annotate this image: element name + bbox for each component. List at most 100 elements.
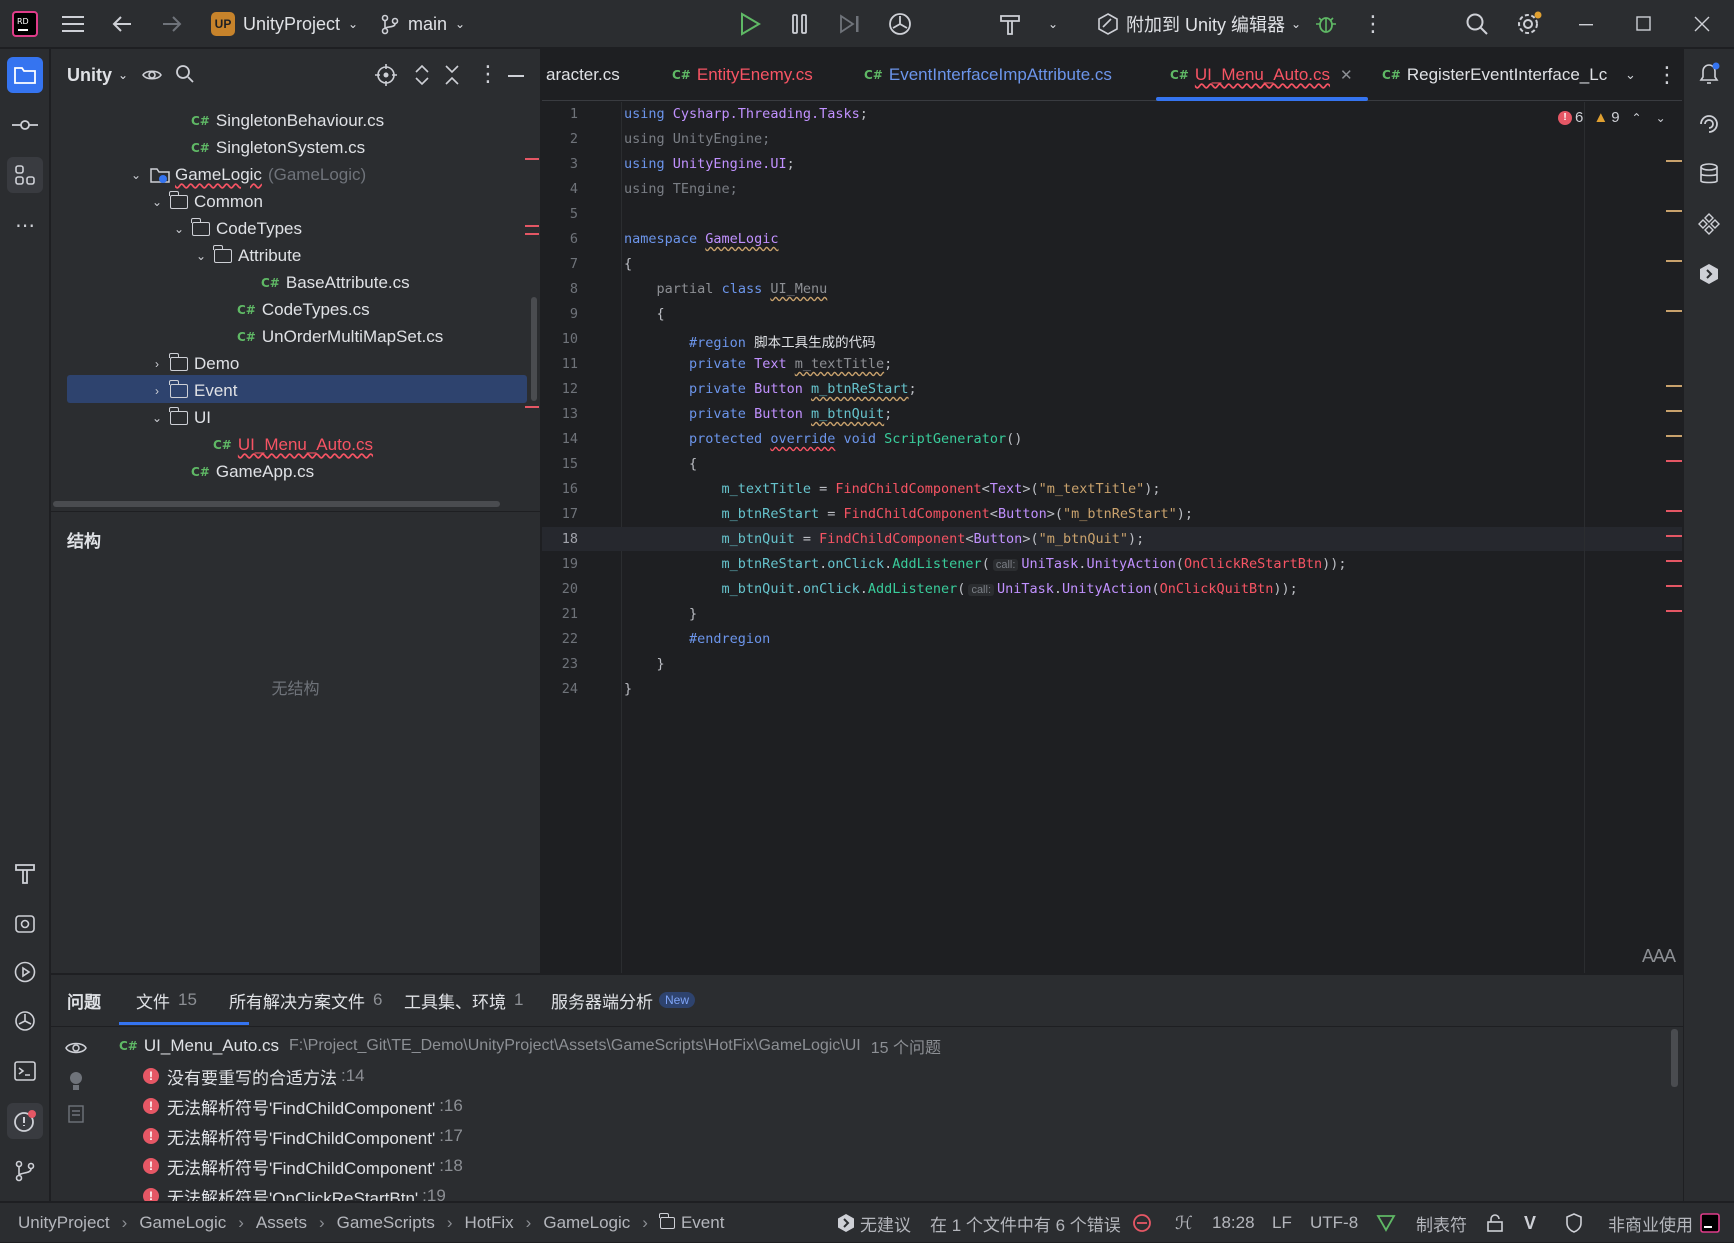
problems-scrollbar[interactable]: [1671, 1029, 1678, 1087]
tree-file-singletonsystem[interactable]: C# SingletonSystem.cs: [191, 133, 365, 163]
breadcrumb-item[interactable]: Event: [681, 1213, 724, 1233]
no-suggestions-widget[interactable]: 无建议: [836, 1203, 911, 1243]
database-icon[interactable]: [1698, 162, 1720, 186]
build-hammer-icon[interactable]: [998, 0, 1024, 48]
line-number[interactable]: 22: [542, 631, 578, 647]
problem-item[interactable]: ! 无法解析符号'FindChildComponent' :16: [143, 1091, 463, 1121]
line-separator[interactable]: LF: [1272, 1203, 1292, 1243]
problem-item[interactable]: ! 无法解析符号'OnClickReStartBtn' :19: [143, 1181, 446, 1201]
line-number[interactable]: 4: [542, 181, 578, 197]
code-analysis-icon[interactable]: ℋ: [1175, 1203, 1193, 1243]
tab-server-analysis[interactable]: 服务器端分析 New: [551, 975, 696, 1025]
tab-eventinterfaceimpattribute[interactable]: C# EventInterfaceImpAttribute.cs: [864, 49, 1112, 101]
options-icon[interactable]: ⋮: [477, 61, 499, 87]
line-number[interactable]: 21: [542, 606, 578, 622]
problem-file-row[interactable]: C# UI_Menu_Auto.cs F:\Project_Git\TE_Dem…: [119, 1031, 941, 1061]
project-selector[interactable]: UP UnityProject ⌄: [211, 0, 358, 48]
next-highlight-icon[interactable]: ⌄: [1656, 111, 1666, 125]
vim-icon[interactable]: V: [1524, 1203, 1536, 1243]
tree-file-singletonbehaviour[interactable]: C# SingletonBehaviour.cs: [191, 106, 384, 136]
ai-assistant-icon[interactable]: [1697, 112, 1721, 136]
caret-position[interactable]: 18:28: [1212, 1203, 1255, 1243]
problems-icon[interactable]: [7, 1103, 43, 1139]
forward-arrow-icon[interactable]: [161, 0, 183, 48]
tree-file-ui-menu-auto[interactable]: C# UI_Menu_Auto.cs: [213, 430, 373, 460]
close-icon[interactable]: [1694, 0, 1710, 48]
step-icon[interactable]: [838, 0, 862, 48]
line-number[interactable]: 7: [542, 256, 578, 272]
tree-file-baseattribute[interactable]: C# BaseAttribute.cs: [261, 268, 410, 298]
minimize-icon[interactable]: [1579, 0, 1595, 48]
tree-folder-ui[interactable]: ⌄ UI: [148, 403, 211, 433]
tabs-dropdown-icon[interactable]: ⌄: [1625, 49, 1636, 101]
tab-entityenemy[interactable]: C# EntityEnemy.cs: [672, 49, 813, 101]
project-view-selector[interactable]: Unity ⌄: [67, 49, 128, 101]
license-label[interactable]: 非商业使用: [1608, 1203, 1693, 1243]
line-number[interactable]: 3: [542, 156, 578, 172]
attach-unity-button[interactable]: 附加到 Unity 编辑器 ⌄: [1096, 0, 1301, 48]
line-number[interactable]: 10: [542, 331, 578, 347]
reader-mode-icon[interactable]: AAA: [1642, 946, 1676, 967]
tree-file-codetypes[interactable]: C# CodeTypes.cs: [237, 295, 370, 325]
tab-toolset-environment[interactable]: 工具集、环境 1: [404, 975, 523, 1025]
search-icon[interactable]: [175, 64, 195, 84]
debug-bug-icon[interactable]: [1314, 0, 1338, 48]
branch-selector[interactable]: main ⌄: [380, 0, 465, 48]
run-services-icon[interactable]: [7, 954, 43, 990]
tree-vertical-scrollbar[interactable]: [531, 297, 537, 401]
locate-target-icon[interactable]: [375, 64, 397, 86]
tree-file-unordermultimapset[interactable]: C# UnOrderMultiMapSet.cs: [237, 322, 443, 352]
chevron-down-icon[interactable]: ⌄: [148, 195, 166, 209]
line-number[interactable]: 6: [542, 231, 578, 247]
chevron-down-icon[interactable]: ⌄: [127, 168, 145, 182]
unity-icon[interactable]: [887, 0, 913, 48]
line-number[interactable]: 18: [542, 531, 578, 547]
breadcrumb-item[interactable]: GameLogic: [139, 1213, 226, 1233]
tree-folder-codetypes[interactable]: ⌄ CodeTypes: [170, 214, 302, 244]
tree-folder-event[interactable]: › Event: [148, 376, 237, 406]
more-options-icon[interactable]: ⋮: [1362, 0, 1384, 48]
hide-panel-icon[interactable]: [508, 75, 524, 77]
back-arrow-icon[interactable]: [111, 0, 133, 48]
line-number[interactable]: 12: [542, 381, 578, 397]
inspection-widget[interactable]: ! 6 ▲ 9 ⌃ ⌄: [1558, 109, 1666, 126]
line-number[interactable]: 5: [542, 206, 578, 222]
close-tab-icon[interactable]: ✕: [1340, 66, 1353, 84]
line-number[interactable]: 16: [542, 481, 578, 497]
tab-ui-menu-auto[interactable]: C# UI_Menu_Auto.cs ✕: [1170, 49, 1353, 101]
line-number[interactable]: 14: [542, 431, 578, 447]
tree-file-gameapp[interactable]: C# GameApp.cs: [191, 457, 314, 487]
tab-file[interactable]: 文件 15: [136, 975, 197, 1025]
git-icon[interactable]: [7, 1153, 43, 1189]
no-entry-icon[interactable]: [1132, 1203, 1152, 1243]
line-number[interactable]: 24: [542, 681, 578, 697]
tree-folder-gamelogic[interactable]: ⌄ GameLogic (GameLogic): [127, 160, 366, 190]
tabs-more-icon[interactable]: ⋮: [1656, 49, 1678, 101]
project-folder-icon[interactable]: [7, 57, 43, 93]
file-encoding[interactable]: UTF-8: [1310, 1203, 1358, 1243]
more-tools-icon[interactable]: ⋯: [7, 207, 43, 243]
line-number[interactable]: 1: [542, 106, 578, 122]
chevron-down-icon[interactable]: ⌄: [148, 411, 166, 425]
commit-icon[interactable]: [7, 107, 43, 143]
line-number[interactable]: 8: [542, 281, 578, 297]
lightbulb-icon[interactable]: [68, 1071, 84, 1093]
breadcrumb-item[interactable]: GameScripts: [337, 1213, 435, 1233]
tab-all-solution-files[interactable]: 所有解决方案文件 6: [229, 975, 382, 1025]
tab-problems[interactable]: 问题: [67, 975, 101, 1025]
line-number[interactable]: 23: [542, 656, 578, 672]
line-number[interactable]: 20: [542, 581, 578, 597]
rider-logo-icon[interactable]: RD: [12, 0, 38, 48]
line-number[interactable]: 19: [542, 556, 578, 572]
lock-icon[interactable]: [1486, 1203, 1504, 1243]
build-hammer-icon[interactable]: [7, 855, 43, 891]
tree-horizontal-scrollbar[interactable]: [53, 501, 500, 507]
line-number[interactable]: 9: [542, 306, 578, 322]
unity-icon[interactable]: [7, 1003, 43, 1039]
preview-icon[interactable]: [68, 1105, 84, 1123]
rider-logo-icon[interactable]: [1700, 1203, 1720, 1243]
structure-icon[interactable]: [7, 157, 43, 193]
collapse-all-icon[interactable]: [443, 63, 461, 87]
breadcrumb-item[interactable]: Assets: [256, 1213, 307, 1233]
tree-folder-attribute[interactable]: ⌄ Attribute: [192, 241, 301, 271]
